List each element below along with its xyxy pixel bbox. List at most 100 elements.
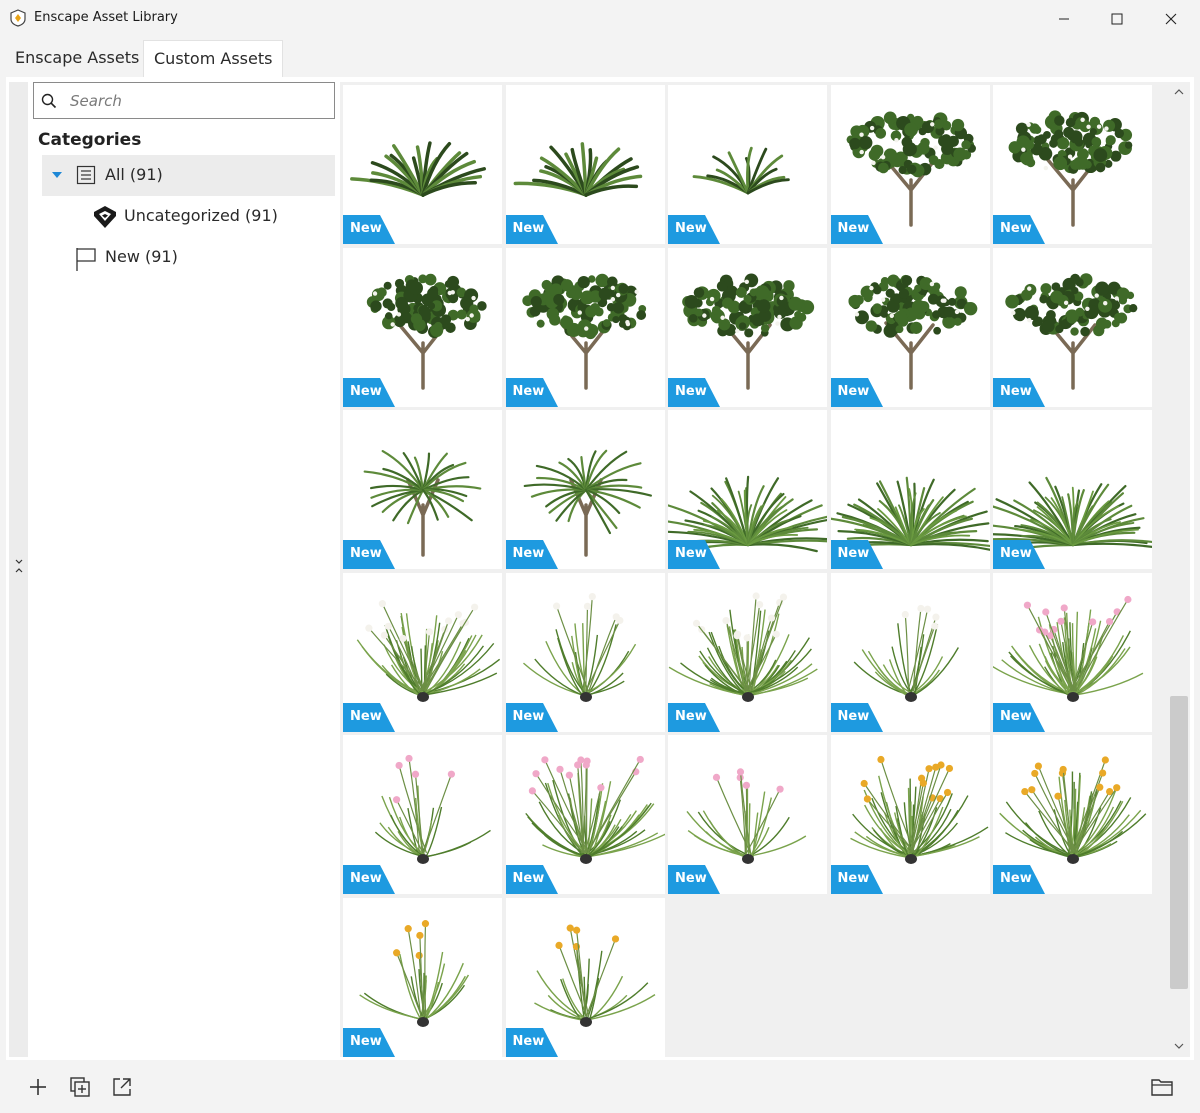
category-item-uncategorized[interactable]: Uncategorized (91) (42, 196, 335, 237)
tab-custom-assets[interactable]: Custom Assets (143, 40, 284, 77)
new-badge: New (830, 215, 883, 244)
asset-tile[interactable]: New (830, 247, 990, 407)
expand-triangle-icon[interactable] (52, 172, 62, 179)
list-icon (76, 165, 96, 185)
new-badge: New (343, 540, 395, 569)
add-icon[interactable] (27, 1076, 49, 1098)
asset-tile[interactable]: New (830, 572, 990, 732)
collapse-chevrons-icon[interactable] (14, 557, 24, 575)
close-icon (1165, 13, 1177, 24)
category-item-all[interactable]: All (91) (42, 155, 335, 196)
new-badge-label: New (512, 708, 545, 724)
new-badge-label: New (675, 221, 707, 236)
new-badge: New (505, 702, 558, 732)
new-badge: New (668, 702, 720, 732)
new-badge: New (993, 540, 1045, 569)
new-badge-label: New (512, 546, 545, 561)
new-badge: New (343, 702, 395, 732)
asset-tile[interactable]: New (505, 410, 665, 569)
new-badge: New (668, 865, 720, 894)
new-badge: New (505, 540, 558, 569)
category-label: Uncategorized (91) (124, 206, 278, 225)
tab-enscape-assets[interactable]: Enscape Assets (5, 40, 149, 77)
search-input[interactable] (70, 83, 325, 118)
new-badge: New (343, 865, 395, 894)
new-badge: New (343, 215, 395, 244)
new-badge: New (830, 377, 883, 407)
category-label: All (91) (105, 165, 163, 184)
new-badge-label: New (512, 221, 545, 236)
new-badge: New (505, 1027, 558, 1057)
new-badge: New (830, 702, 883, 732)
maximize-button[interactable] (1090, 0, 1144, 37)
new-badge-label: New (350, 871, 382, 886)
asset-tile[interactable]: New (343, 572, 502, 732)
asset-tile[interactable]: New (993, 735, 1152, 894)
asset-tile[interactable]: New (668, 247, 827, 407)
tab-bar: Enscape Assets Custom Assets (0, 39, 1200, 77)
category-item-new[interactable]: New (91) (42, 237, 335, 278)
asset-tile[interactable]: New (505, 897, 665, 1057)
asset-tile[interactable]: New (993, 85, 1152, 244)
new-badge-label: New (837, 546, 870, 561)
minimize-button[interactable] (1037, 0, 1091, 37)
new-badge: New (505, 215, 558, 244)
minimize-icon (1059, 18, 1069, 19)
asset-tile[interactable]: New (505, 85, 665, 244)
new-badge-label: New (675, 383, 707, 399)
asset-tile[interactable]: New (830, 735, 990, 894)
new-badge: New (830, 865, 883, 894)
asset-tile[interactable]: New (993, 247, 1152, 407)
asset-tile[interactable]: New (343, 897, 502, 1057)
search-box[interactable] (33, 82, 335, 119)
maximize-icon (1111, 13, 1123, 24)
new-badge-label: New (675, 871, 707, 886)
scroll-up-icon[interactable] (1173, 87, 1185, 97)
asset-tile[interactable]: New (343, 410, 502, 569)
new-badge-label: New (837, 708, 870, 724)
asset-tile[interactable]: New (505, 247, 665, 407)
open-external-icon[interactable] (111, 1076, 133, 1098)
add-copy-icon[interactable] (69, 1076, 91, 1098)
new-badge: New (505, 377, 558, 407)
new-badge-label: New (837, 871, 870, 886)
asset-tile[interactable]: New (505, 572, 665, 732)
new-badge-label: New (350, 1033, 382, 1049)
asset-tile[interactable]: New (993, 572, 1152, 732)
flag-icon (76, 248, 96, 271)
new-badge: New (993, 215, 1045, 244)
asset-tile[interactable]: New (668, 85, 827, 244)
new-badge-label: New (350, 546, 382, 561)
new-badge-label: New (350, 383, 382, 399)
asset-tile[interactable]: New (505, 735, 665, 894)
new-badge-label: New (1000, 546, 1032, 561)
new-badge-label: New (350, 221, 382, 236)
new-badge-label: New (512, 1033, 545, 1049)
asset-tile[interactable]: New (343, 85, 502, 244)
asset-tile[interactable]: New (668, 735, 827, 894)
categories-heading: Categories (38, 130, 142, 150)
folder-icon[interactable] (1150, 1076, 1174, 1098)
window-title: Enscape Asset Library (34, 10, 178, 25)
asset-tile[interactable]: New (830, 85, 990, 244)
scrollbar-thumb[interactable] (1170, 696, 1188, 989)
new-badge: New (993, 377, 1045, 407)
new-badge: New (993, 865, 1045, 894)
new-badge-label: New (837, 221, 870, 236)
asset-tile[interactable]: New (343, 247, 502, 407)
scroll-down-icon[interactable] (1173, 1041, 1185, 1051)
enscape-app-icon (10, 9, 26, 27)
asset-tile[interactable]: New (830, 410, 990, 569)
new-badge: New (343, 377, 395, 407)
new-badge-label: New (512, 383, 545, 399)
asset-tile[interactable]: New (343, 735, 502, 894)
new-badge: New (993, 702, 1045, 732)
asset-tile[interactable]: New (668, 410, 827, 569)
asset-tile[interactable]: New (993, 410, 1152, 569)
new-badge-label: New (350, 708, 382, 724)
new-badge-label: New (1000, 383, 1032, 399)
close-button[interactable] (1144, 0, 1198, 37)
asset-tile[interactable]: New (668, 572, 827, 732)
new-badge-label: New (1000, 708, 1032, 724)
new-badge-label: New (512, 871, 545, 886)
